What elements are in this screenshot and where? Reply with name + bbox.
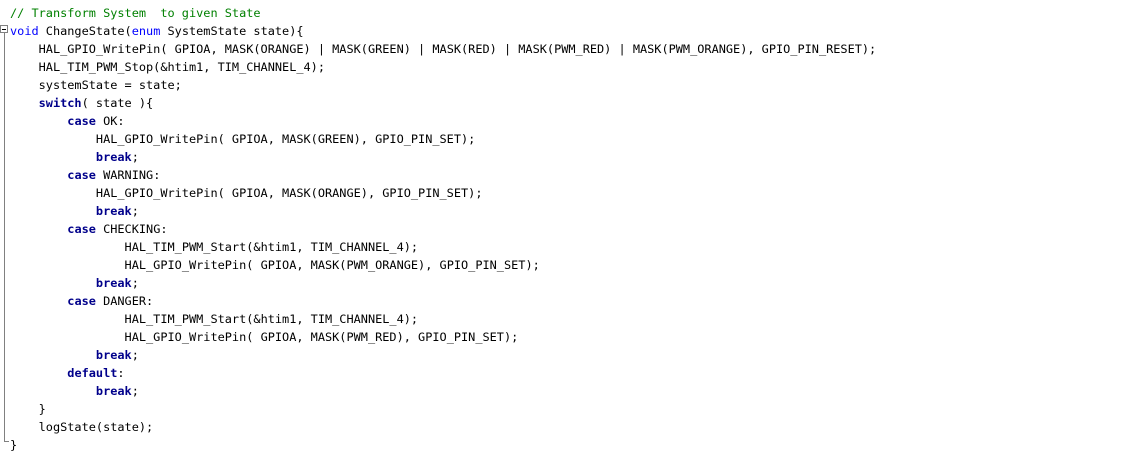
code-keyword: void: [10, 24, 39, 38]
code-line[interactable]: break;: [10, 346, 876, 364]
code-text: HAL_TIM_PWM_Start(&htim1, TIM_CHANNEL_4)…: [124, 312, 419, 326]
code-line[interactable]: }: [10, 400, 876, 418]
code-text: WARNING:: [95, 168, 161, 182]
code-keyword: break: [95, 150, 132, 164]
code-line[interactable]: default:: [10, 364, 876, 382]
code-text: HAL_GPIO_WritePin( GPIOA, MASK(GREEN), G…: [95, 132, 476, 146]
code-line[interactable]: break;: [10, 148, 876, 166]
code-editor[interactable]: // Transform System to given State void C…: [0, 0, 1131, 454]
code-text: SystemState state){: [160, 24, 304, 38]
code-keyword: switch: [38, 96, 82, 110]
code-line[interactable]: HAL_GPIO_WritePin( GPIOA, MASK(PWM_RED),…: [10, 328, 876, 346]
code-text: ;: [131, 384, 139, 398]
code-text: OK:: [95, 114, 125, 128]
code-content[interactable]: // Transform System to given State void C…: [10, 4, 876, 454]
code-text: ;: [131, 150, 139, 164]
code-line[interactable]: break;: [10, 274, 876, 292]
fold-toggle-icon[interactable]: [0, 25, 8, 33]
code-line[interactable]: case OK:: [10, 112, 876, 130]
code-text: HAL_GPIO_WritePin( GPIOA, MASK(PWM_RED),…: [124, 330, 519, 344]
code-text: logState(state);: [38, 420, 154, 434]
code-line[interactable]: break;: [10, 202, 876, 220]
code-line[interactable]: HAL_GPIO_WritePin( GPIOA, MASK(ORANGE) |…: [10, 40, 877, 58]
code-line[interactable]: HAL_TIM_PWM_Start(&htim1, TIM_CHANNEL_4)…: [10, 310, 876, 328]
code-line[interactable]: void ChangeState(enum SystemState state)…: [10, 22, 876, 40]
code-text: HAL_TIM_PWM_Start(&htim1, TIM_CHANNEL_4)…: [124, 240, 419, 254]
code-comment: // Transform System to given State: [10, 6, 261, 20]
code-line[interactable]: }: [10, 436, 876, 454]
code-text: HAL_GPIO_WritePin( GPIOA, MASK(ORANGE) |…: [38, 42, 877, 56]
code-line[interactable]: HAL_TIM_PWM_Start(&htim1, TIM_CHANNEL_4)…: [10, 238, 876, 256]
code-text: }: [38, 402, 46, 416]
fold-guide-line: [4, 33, 5, 441]
code-keyword: break: [95, 276, 132, 290]
code-line[interactable]: HAL_GPIO_WritePin( GPIOA, MASK(ORANGE), …: [10, 184, 876, 202]
fold-end-marker: [4, 441, 9, 442]
code-keyword: break: [95, 384, 132, 398]
code-line[interactable]: switch( state ){: [10, 94, 876, 112]
code-text: ;: [131, 348, 139, 362]
code-text: HAL_TIM_PWM_Stop(&htim1, TIM_CHANNEL_4);: [38, 60, 325, 74]
code-keyword: case: [67, 114, 96, 128]
code-line[interactable]: HAL_GPIO_WritePin( GPIOA, MASK(PWM_ORANG…: [10, 256, 876, 274]
code-text: systemState = state;: [38, 78, 182, 92]
code-line[interactable]: HAL_TIM_PWM_Stop(&htim1, TIM_CHANNEL_4);: [10, 58, 876, 76]
code-text: }: [10, 438, 18, 452]
code-text: ( state ){: [81, 96, 154, 110]
code-line[interactable]: break;: [10, 382, 876, 400]
code-text: ;: [131, 276, 139, 290]
code-keyword: case: [67, 168, 96, 182]
code-keyword: break: [95, 204, 132, 218]
code-text: :: [117, 366, 125, 380]
code-line[interactable]: HAL_GPIO_WritePin( GPIOA, MASK(GREEN), G…: [10, 130, 876, 148]
code-line[interactable]: logState(state);: [10, 418, 876, 436]
code-text: HAL_GPIO_WritePin( GPIOA, MASK(ORANGE), …: [95, 186, 483, 200]
code-line[interactable]: systemState = state;: [10, 76, 876, 94]
code-text: ChangeState(: [38, 24, 132, 38]
code-keyword: case: [67, 222, 96, 236]
code-keyword: break: [95, 348, 132, 362]
code-text: HAL_GPIO_WritePin( GPIOA, MASK(PWM_ORANG…: [124, 258, 540, 272]
code-text: DANGER:: [95, 294, 154, 308]
code-line[interactable]: // Transform System to given State: [10, 4, 876, 22]
code-text: ;: [131, 204, 139, 218]
code-keyword: enum: [131, 24, 161, 38]
code-line[interactable]: case DANGER:: [10, 292, 876, 310]
code-keyword: case: [67, 294, 96, 308]
code-text: CHECKING:: [95, 222, 168, 236]
code-line[interactable]: case CHECKING:: [10, 220, 876, 238]
code-line[interactable]: case WARNING:: [10, 166, 876, 184]
code-keyword: default: [67, 366, 118, 380]
